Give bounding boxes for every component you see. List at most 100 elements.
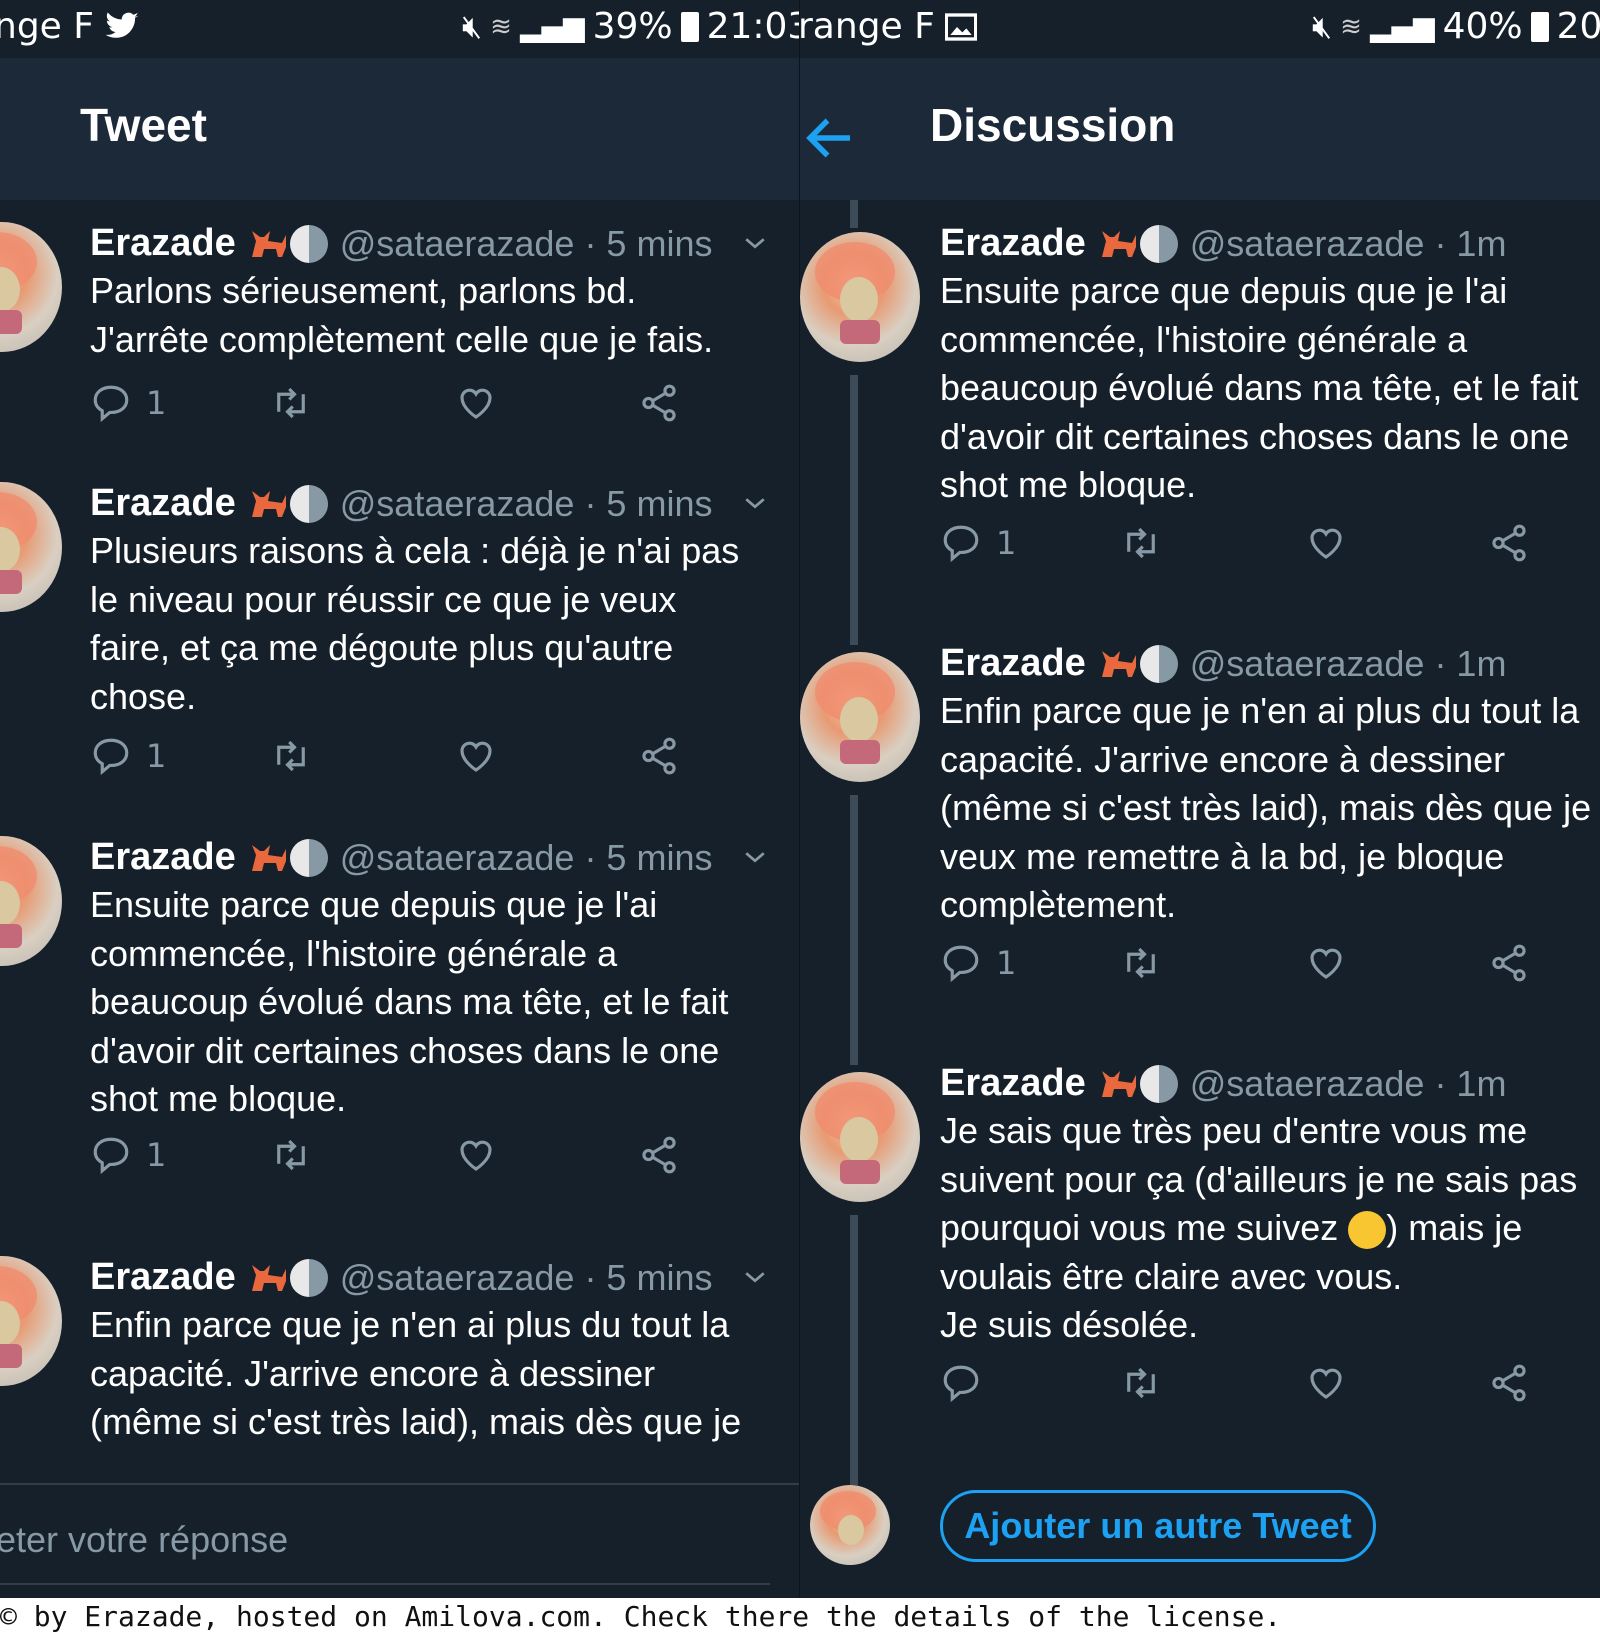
moon-emoji-icon bbox=[1139, 644, 1178, 683]
reply-button[interactable]: 1 bbox=[90, 382, 166, 424]
share-button[interactable] bbox=[638, 1134, 680, 1176]
input-underline bbox=[0, 1583, 770, 1585]
retweet-button[interactable] bbox=[270, 1134, 312, 1176]
like-button[interactable] bbox=[1305, 522, 1347, 564]
tweet-actions: 1 bbox=[940, 522, 1540, 572]
cat-emoji-icon bbox=[248, 487, 288, 521]
thread-line bbox=[850, 795, 858, 1065]
battery-icon bbox=[1530, 11, 1549, 42]
share-button[interactable] bbox=[1488, 942, 1530, 984]
display-name[interactable]: Erazade bbox=[90, 836, 236, 879]
avatar[interactable] bbox=[0, 836, 62, 966]
retweet-button[interactable] bbox=[1120, 942, 1162, 984]
like-button[interactable] bbox=[1305, 1362, 1347, 1404]
handle-time: @sataerazade · 5 mins bbox=[339, 836, 713, 878]
chevron-down-icon[interactable] bbox=[740, 488, 770, 518]
share-button[interactable] bbox=[638, 735, 680, 777]
handle-time: @sataerazade · 1m bbox=[1189, 222, 1507, 264]
display-name[interactable]: Erazade bbox=[940, 642, 1086, 685]
like-button[interactable] bbox=[455, 382, 497, 424]
retweet-icon bbox=[1120, 942, 1162, 984]
share-button[interactable] bbox=[638, 382, 680, 424]
retweet-button[interactable] bbox=[270, 735, 312, 777]
left-screen: nge F 🔇︎ ≋ ▂▄▆ 39% 21:03 Tweet Erazade @… bbox=[0, 0, 800, 1598]
share-button[interactable] bbox=[1488, 1362, 1530, 1404]
reply-button[interactable]: 1 bbox=[940, 942, 1016, 984]
tweet-text: Parlons sérieusement, parlons bd. J'arrê… bbox=[90, 270, 714, 360]
reply-icon bbox=[940, 522, 982, 564]
like-button[interactable] bbox=[455, 735, 497, 777]
reply-input[interactable]: eter votre réponse bbox=[0, 1519, 288, 1561]
page-title: Tweet bbox=[80, 99, 207, 151]
display-name[interactable]: Erazade bbox=[90, 1256, 236, 1299]
reply-count: 1 bbox=[146, 737, 167, 775]
reply-icon bbox=[90, 382, 132, 424]
avatar[interactable] bbox=[800, 1072, 920, 1202]
like-icon bbox=[455, 382, 497, 424]
avatar[interactable] bbox=[800, 232, 920, 362]
reply-composer[interactable]: eter votre réponse bbox=[0, 1483, 800, 1598]
back-arrow-icon[interactable] bbox=[800, 108, 860, 168]
tweet-actions bbox=[940, 1362, 1540, 1412]
reply-button[interactable] bbox=[940, 1362, 982, 1404]
display-name[interactable]: Erazade bbox=[940, 1062, 1086, 1105]
chevron-down-icon[interactable] bbox=[740, 1262, 770, 1292]
image-icon bbox=[944, 12, 977, 41]
reply-button[interactable]: 1 bbox=[90, 735, 166, 777]
add-tweet-button[interactable]: Ajouter un autre Tweet bbox=[940, 1490, 1376, 1562]
reply-count: 1 bbox=[996, 944, 1017, 982]
thread-line bbox=[850, 200, 858, 228]
reply-count: 1 bbox=[146, 384, 167, 422]
share-icon bbox=[638, 735, 680, 777]
avatar[interactable] bbox=[0, 482, 62, 612]
like-icon bbox=[1305, 522, 1347, 564]
retweet-icon bbox=[270, 382, 312, 424]
retweet-button[interactable] bbox=[270, 382, 312, 424]
chevron-down-icon[interactable] bbox=[740, 842, 770, 872]
carrier-info: nge F bbox=[0, 6, 140, 47]
moon-emoji-icon bbox=[289, 224, 328, 263]
carrier-name: range F bbox=[800, 6, 935, 47]
reply-icon bbox=[90, 1134, 132, 1176]
display-name[interactable]: Erazade bbox=[940, 222, 1086, 265]
handle-time: @sataerazade · 5 mins bbox=[339, 482, 713, 524]
signal-icon: ▂▄▆ bbox=[1369, 10, 1435, 43]
right-screen: range F 🔇︎ ≋ ▂▄▆ 40% 20:5 Discussion bbox=[800, 0, 1600, 1598]
carrier-name: nge F bbox=[0, 6, 94, 47]
moon-emoji-icon bbox=[289, 1258, 328, 1297]
moon-emoji-icon bbox=[1139, 1064, 1178, 1103]
retweet-button[interactable] bbox=[1120, 522, 1162, 564]
reply-icon bbox=[940, 1362, 982, 1404]
share-button[interactable] bbox=[1488, 522, 1530, 564]
retweet-button[interactable] bbox=[1120, 1362, 1162, 1404]
tweet-header: Erazade @sataerazade · 5 mins bbox=[90, 1256, 712, 1299]
tweet-header: Erazade @sataerazade · 1m bbox=[940, 642, 1506, 685]
reply-icon bbox=[90, 735, 132, 777]
chevron-down-icon[interactable] bbox=[740, 228, 770, 258]
status-icons: 🔇︎ ≋ ▂▄▆ 40% 20:5 bbox=[1312, 6, 1600, 47]
cat-emoji-icon bbox=[1098, 647, 1138, 681]
handle-time: @sataerazade · 1m bbox=[1189, 1062, 1507, 1104]
retweet-icon bbox=[1120, 1362, 1162, 1404]
like-button[interactable] bbox=[1305, 942, 1347, 984]
status-bar: nge F 🔇︎ ≋ ▂▄▆ 39% 21:03 bbox=[0, 0, 800, 58]
moon-emoji-icon bbox=[1139, 224, 1178, 263]
share-icon bbox=[1488, 1362, 1530, 1404]
tweet-header: Erazade @sataerazade · 5 mins bbox=[90, 482, 712, 525]
avatar[interactable] bbox=[800, 652, 920, 782]
reply-button[interactable]: 1 bbox=[940, 522, 1016, 564]
tweet-text: Enfin parce que je n'en ai plus du tout … bbox=[940, 690, 1592, 925]
tweet-header: Erazade @sataerazade · 5 mins bbox=[90, 836, 712, 879]
cat-emoji-icon bbox=[1098, 227, 1138, 261]
display-name[interactable]: Erazade bbox=[90, 222, 236, 265]
avatar[interactable] bbox=[0, 222, 62, 352]
tweet-header: Erazade @sataerazade · 1m bbox=[940, 222, 1506, 265]
avatar[interactable] bbox=[0, 1256, 62, 1386]
like-button[interactable] bbox=[455, 1134, 497, 1176]
reply-button[interactable]: 1 bbox=[90, 1134, 166, 1176]
avatar[interactable] bbox=[810, 1485, 890, 1565]
retweet-icon bbox=[270, 1134, 312, 1176]
retweet-icon bbox=[270, 735, 312, 777]
thinking-emoji-icon bbox=[1348, 1211, 1387, 1250]
display-name[interactable]: Erazade bbox=[90, 482, 236, 525]
